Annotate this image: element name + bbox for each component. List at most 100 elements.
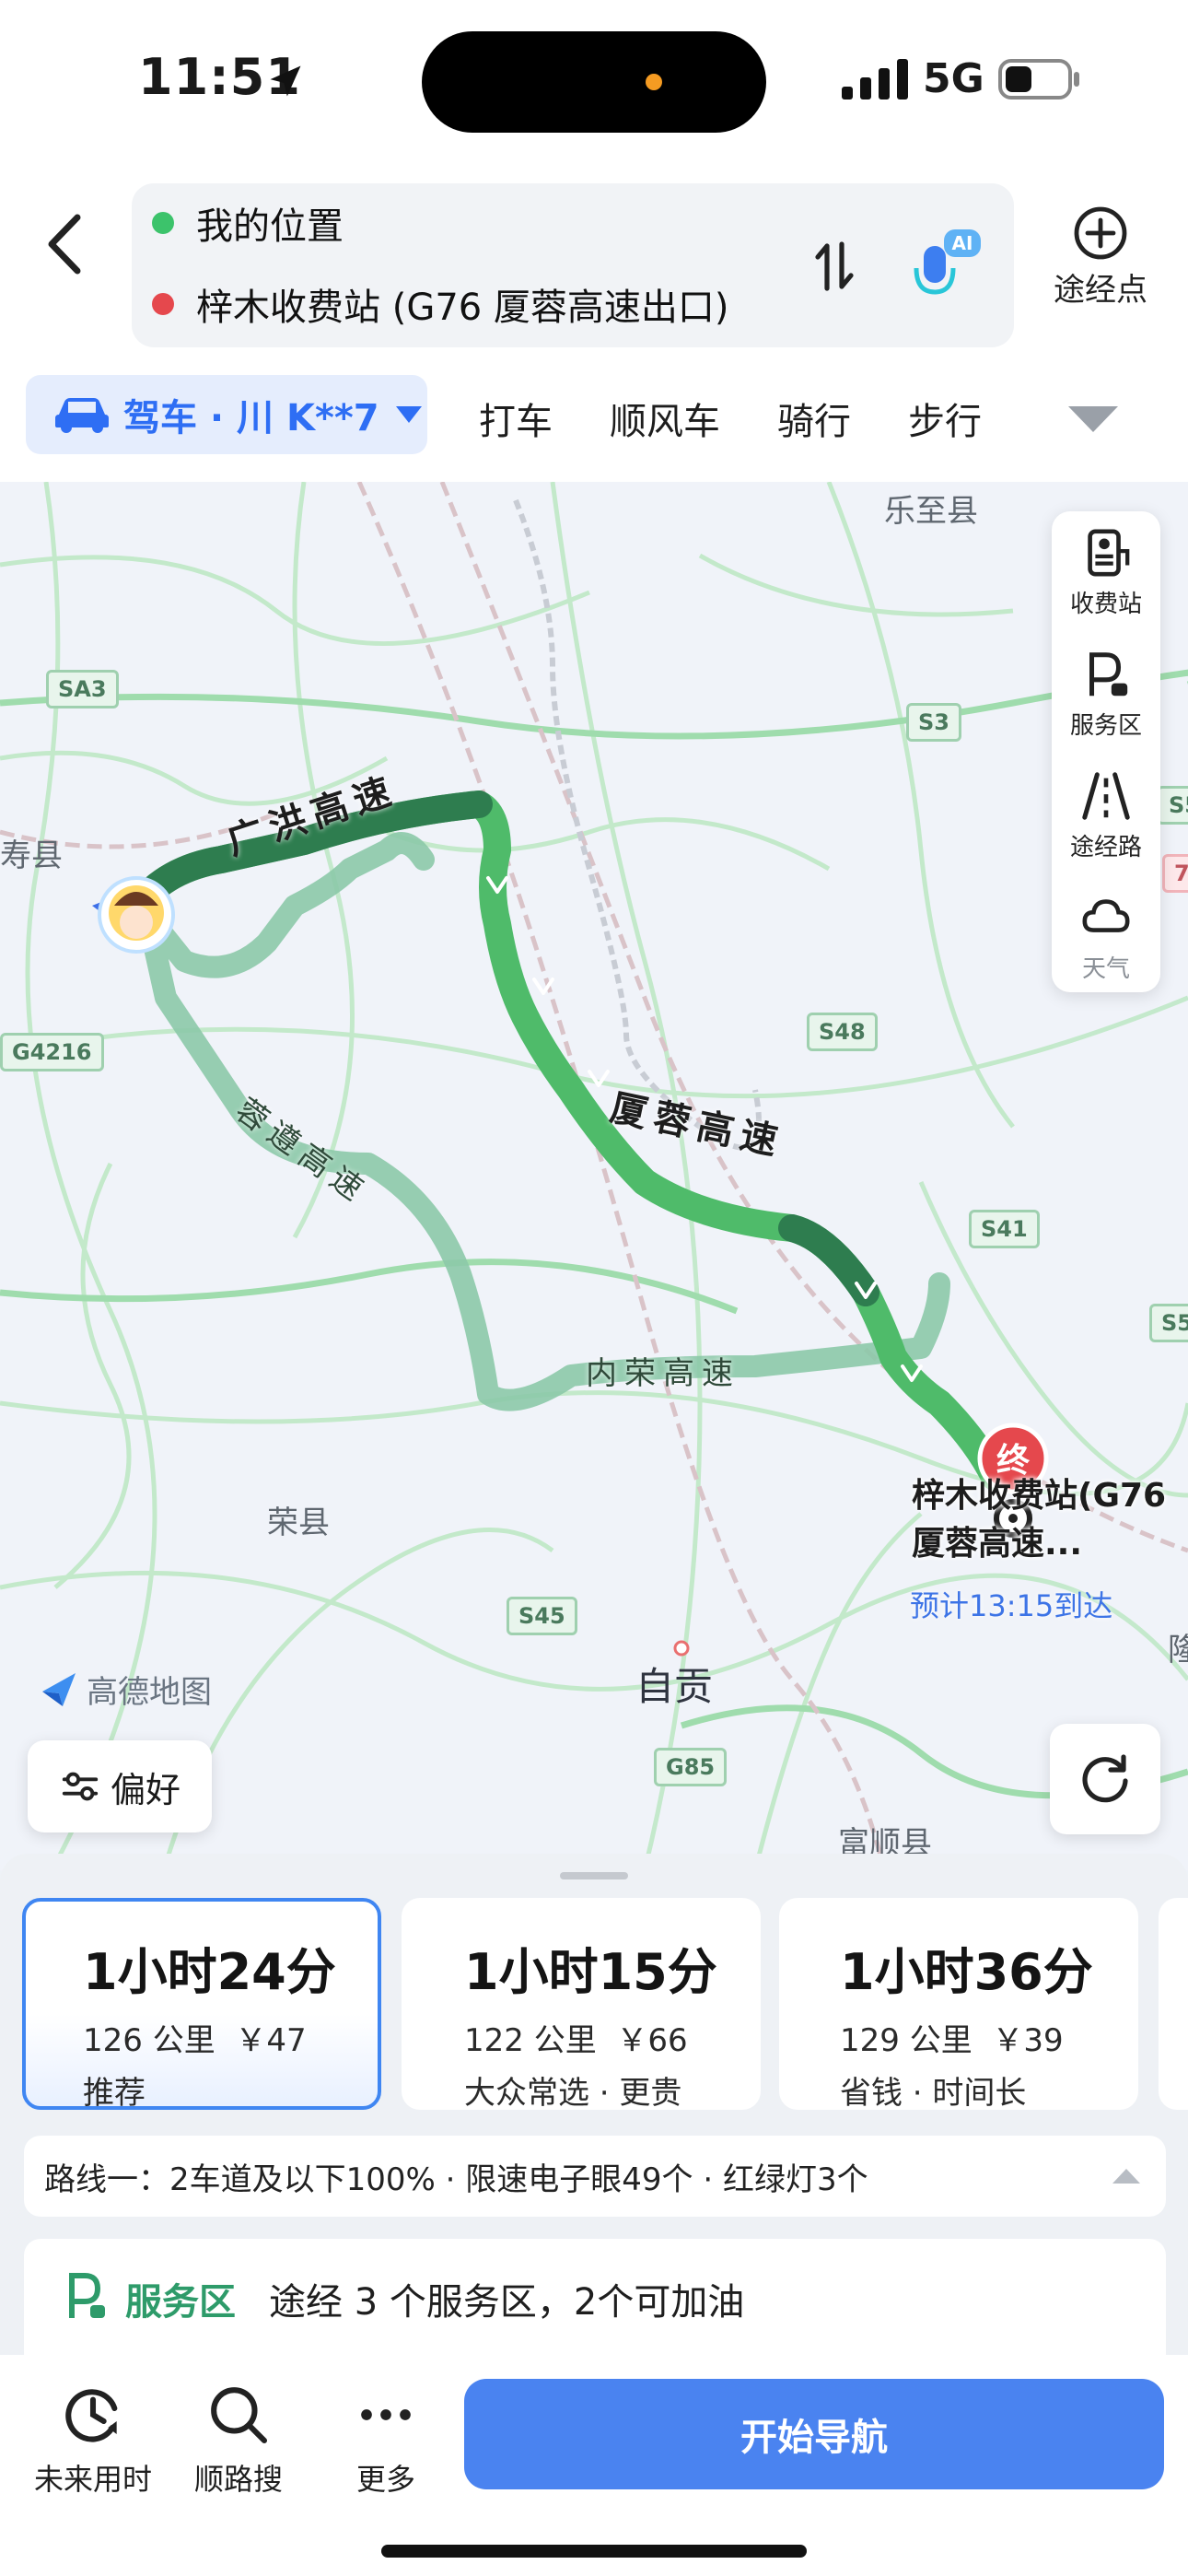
amap-logo-icon (42, 1672, 76, 1706)
route-header: 我的位置 梓木收费站 (G76 厦蓉高速出口) AI 途经点 驾车 · 川 K*… (0, 161, 1188, 482)
plan-card-peek[interactable] (1159, 1898, 1188, 2110)
plan-distance: 122 公里 (464, 2022, 597, 2059)
plan-duration: 1小时24分 (83, 1943, 336, 2001)
destination-dot-icon (152, 293, 174, 315)
destination-map-label[interactable]: 梓木收费站(G76厦蓉高速... (912, 1472, 1179, 1568)
expand-modes-icon[interactable] (1068, 403, 1118, 436)
plan-distance: 126 公里 (83, 2022, 215, 2059)
refresh-button[interactable] (1050, 1724, 1160, 1834)
map-view[interactable]: 终 广洪高速 厦蓉高速 蓉遵高速 内荣高速 乐至县 寿县 荣县 自贡 富顺县 隆… (0, 482, 1188, 1870)
waypoint-label: 途经点 (1054, 272, 1147, 309)
signal-icon (842, 59, 908, 100)
place-zigong: 自贡 (635, 1664, 714, 1709)
car-icon (55, 398, 109, 433)
mode-bike[interactable]: 骑行 (777, 392, 851, 445)
dynamic-island (422, 31, 766, 133)
more-dots-icon (361, 2409, 411, 2420)
shield-s50: S50 (1157, 786, 1188, 825)
tool-via-road-label: 途经路 (1069, 834, 1142, 861)
mode-taxi[interactable]: 打车 (479, 392, 553, 445)
refresh-icon (1082, 1754, 1128, 1803)
sliders-icon (62, 1772, 99, 1801)
map-tools-panel: 收费站 服务区 途经路 天气 (1052, 511, 1160, 992)
back-button[interactable] (28, 198, 101, 290)
sheet-handle[interactable] (560, 1872, 628, 1879)
place-long: 隆 (1168, 1632, 1188, 1669)
origin-row[interactable]: 我的位置 (152, 191, 344, 255)
ai-badge: AI (952, 232, 973, 254)
plan-cost: ￥66 (616, 2022, 688, 2059)
tool-toll-station[interactable]: 收费站 (1052, 511, 1160, 631)
add-waypoint-button[interactable]: 途经点 (1031, 205, 1170, 334)
amap-logo: 高德地图 (39, 1667, 212, 1712)
network-type: 5G (923, 55, 984, 102)
chevron-up-icon (1112, 2169, 1140, 2184)
tool-via-road[interactable]: 途经路 (1052, 755, 1160, 874)
tool-service-area-label: 服务区 (1069, 712, 1142, 740)
preference-button[interactable]: 偏好 (28, 1740, 212, 1832)
along-search-label: 顺路搜 (193, 2462, 283, 2497)
place-lezhi: 乐至县 (884, 493, 978, 530)
swap-arrows-icon (815, 241, 854, 291)
service-area-icon (1089, 652, 1128, 697)
origin-text: 我的位置 (196, 205, 344, 248)
map-canvas: 终 (0, 482, 1188, 1870)
shield-g85: G85 (654, 1748, 728, 1786)
shield-s3: S3 (906, 703, 961, 742)
plan-card-2[interactable]: 1小时15分 122 公里 ￥66 大众常选 · 更贵 (402, 1898, 761, 2112)
future-time-button[interactable]: 未来用时 (24, 2383, 162, 2499)
service-area-title: 服务区 (125, 2281, 236, 2324)
place-rongxian: 荣县 (267, 1505, 330, 1541)
road-name-neirong: 内荣高速 (586, 1355, 740, 1392)
mode-drive-label: 驾车 · 川 K**7 (123, 397, 379, 439)
shield-s45: S45 (507, 1597, 577, 1635)
app-screen: 11:51 5G 我的位置 梓木收费站 (G76 厦蓉高速出口) AI 途经点 … (0, 0, 1188, 2576)
mode-drive[interactable]: 驾车 · 川 K**7 (26, 375, 427, 454)
more-button[interactable]: 更多 (317, 2383, 455, 2499)
plan-distance: 129 公里 (840, 2022, 973, 2059)
service-area-icon (69, 2273, 105, 2318)
shield-s5: S5 (1149, 1304, 1188, 1342)
route-summary[interactable]: 路线一：2车道及以下100% · 限速电子眼49个 · 红绿灯3个 (24, 2136, 1166, 2217)
shield-g4216: G4216 (0, 1033, 104, 1071)
more-label: 更多 (355, 2462, 415, 2497)
start-navigation-button[interactable]: 开始导航 (464, 2379, 1164, 2489)
chevron-left-icon (48, 214, 81, 275)
plan-tag: 大众常选 · 更贵 (464, 2075, 682, 2112)
swap-route-button[interactable] (802, 229, 867, 303)
shield-s48: S48 (807, 1013, 878, 1051)
preference-label: 偏好 (110, 1769, 181, 1810)
status-bar: 11:51 5G (0, 0, 1188, 161)
amap-logo-text: 高德地图 (87, 1674, 212, 1711)
location-arrow-icon (270, 65, 301, 97)
plan-duration: 1小时36分 (840, 1943, 1093, 2001)
home-indicator[interactable] (381, 2545, 807, 2558)
plan-cost: ￥47 (235, 2022, 307, 2059)
origin-dot-icon (152, 212, 174, 234)
plan-tag: 省钱 · 时间长 (840, 2075, 1027, 2112)
plan-meta: 122 公里 ￥66 (464, 2015, 761, 2060)
route-input-box: 我的位置 梓木收费站 (G76 厦蓉高速出口) AI (132, 183, 1014, 347)
bottom-action-bar: 未来用时 顺路搜 更多 开始导航 (0, 2355, 1188, 2576)
shield-7: 7 (1162, 854, 1188, 893)
tool-toll-station-label: 收费站 (1069, 591, 1142, 618)
tool-service-area[interactable]: 服务区 (1052, 633, 1160, 753)
mode-walk[interactable]: 步行 (908, 392, 982, 445)
place-shou: 寿县 (0, 837, 63, 874)
plan-cost: ￥39 (992, 2022, 1064, 2059)
future-time-label: 未来用时 (33, 2462, 152, 2497)
tool-weather-label: 天气 (1081, 955, 1130, 983)
plan-card-3[interactable]: 1小时36分 129 公里 ￥39 省钱 · 时间长 (779, 1898, 1138, 2112)
tool-weather[interactable]: 天气 (1052, 876, 1160, 996)
plan-tag: 推荐 (83, 2075, 146, 2112)
mode-carpool[interactable]: 顺风车 (610, 392, 720, 445)
weather-icon (1082, 899, 1130, 932)
service-area-card[interactable]: 服务区 途经 3 个服务区，2个可加油 (24, 2239, 1166, 2368)
plan-card-1[interactable]: 1小时24分 126 公里 ￥47 推荐 (22, 1898, 381, 2112)
destination-row[interactable]: 梓木收费站 (G76 厦蓉高速出口) (152, 272, 729, 336)
clock-icon (65, 2389, 118, 2442)
along-search-button[interactable]: 顺路搜 (169, 2383, 308, 2499)
plan-meta: 126 公里 ￥47 (83, 2015, 378, 2060)
ai-voice-icon[interactable]: AI (903, 224, 986, 307)
shield-s41: S41 (969, 1210, 1040, 1248)
